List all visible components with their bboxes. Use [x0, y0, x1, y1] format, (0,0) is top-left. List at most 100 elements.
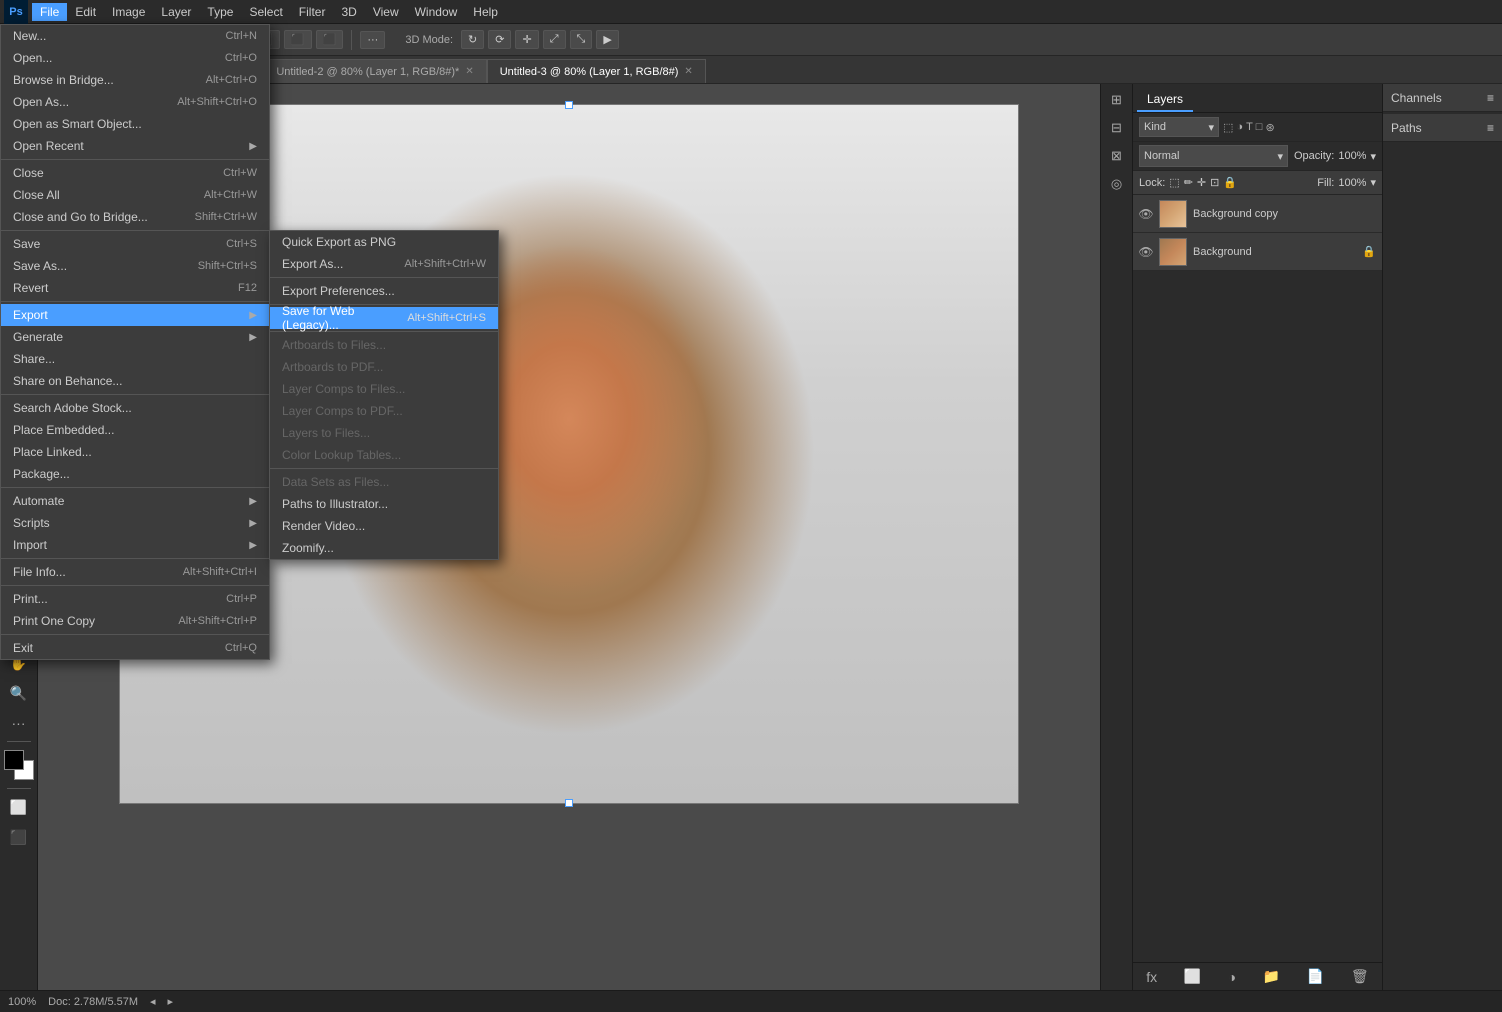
menu-open-smart[interactable]: Open as Smart Object... [1, 113, 269, 135]
lock-move-icon[interactable]: ✛ [1197, 176, 1206, 189]
learn-btn[interactable]: ◎ [1105, 172, 1129, 196]
menu-save[interactable]: Save Ctrl+S [1, 233, 269, 255]
export-quick-png[interactable]: Quick Export as PNG [270, 231, 498, 253]
layer-visibility-bg-copy[interactable]: 👁 [1139, 207, 1153, 221]
lock-all-icon[interactable]: 🔒 [1223, 176, 1237, 189]
anchor-bottom[interactable] [565, 799, 573, 807]
more-tools-btn[interactable]: ··· [4, 709, 34, 737]
menu-image[interactable]: Image [104, 3, 153, 21]
filter-pixel-icon[interactable]: ⬚ [1223, 121, 1233, 134]
export-color-lookup[interactable]: Color Lookup Tables... [270, 444, 498, 466]
lock-artboard-icon[interactable]: ⊡ [1210, 176, 1219, 189]
menu-help[interactable]: Help [465, 3, 506, 21]
filter-shape-icon[interactable]: □ [1256, 121, 1263, 134]
menu-select[interactable]: Select [241, 3, 290, 21]
menu-place-linked[interactable]: Place Linked... [1, 441, 269, 463]
menu-close-all[interactable]: Close All Alt+Ctrl+W [1, 184, 269, 206]
menu-open-as[interactable]: Open As... Alt+Shift+Ctrl+O [1, 91, 269, 113]
adjustment-layer-btn[interactable]: ◑ [1228, 969, 1236, 985]
new-layer-btn[interactable]: 📄 [1307, 968, 1324, 985]
3d-scale-btn[interactable]: ⤡ [570, 30, 593, 49]
export-layers-files[interactable]: Layers to Files... [270, 422, 498, 444]
menu-export[interactable]: Export ▶ [1, 304, 269, 326]
adjustments-btn[interactable]: ⊟ [1105, 116, 1129, 140]
new-group-btn[interactable]: 📁 [1263, 968, 1280, 985]
export-layer-comps-files[interactable]: Layer Comps to Files... [270, 378, 498, 400]
export-preferences[interactable]: Export Preferences... [270, 280, 498, 302]
menu-exit[interactable]: Exit Ctrl+Q [1, 637, 269, 659]
foreground-color[interactable] [4, 750, 24, 770]
zoom-level[interactable]: 100% [8, 996, 36, 1008]
more-options-btn[interactable]: ··· [360, 31, 385, 49]
zoom-tool[interactable]: 🔍 [4, 679, 34, 707]
3d-roll-btn[interactable]: ⟳ [488, 30, 511, 49]
scroll-right[interactable]: ▸ [168, 995, 174, 1008]
delete-layer-btn[interactable]: 🗑 [1351, 968, 1369, 985]
align-bottom-btn[interactable]: ⬛ [316, 30, 344, 49]
layer-background[interactable]: 👁 Background 🔒 [1133, 233, 1382, 271]
layer-visibility-bg[interactable]: 👁 [1139, 245, 1153, 259]
menu-browse-bridge[interactable]: Browse in Bridge... Alt+Ctrl+O [1, 69, 269, 91]
screen-mode-btn[interactable]: ⬛ [4, 823, 34, 851]
menu-revert[interactable]: Revert F12 [1, 277, 269, 299]
menu-search-stock[interactable]: Search Adobe Stock... [1, 397, 269, 419]
tab-untitled2[interactable]: Untitled-2 @ 80% (Layer 1, RGB/8#)* ✕ [263, 59, 486, 83]
menu-share-behance[interactable]: Share on Behance... [1, 370, 269, 392]
menu-open-recent[interactable]: Open Recent ▶ [1, 135, 269, 157]
properties-btn[interactable]: ⊞ [1105, 88, 1129, 112]
export-zoomify[interactable]: Zoomify... [270, 537, 498, 559]
menu-file[interactable]: File [32, 3, 67, 21]
menu-layer[interactable]: Layer [153, 3, 199, 21]
tab-untitled3[interactable]: Untitled-3 @ 80% (Layer 1, RGB/8#) ✕ [487, 59, 706, 83]
menu-new[interactable]: New... Ctrl+N [1, 25, 269, 47]
quick-mask-btn[interactable]: ⬜ [4, 793, 34, 821]
export-as[interactable]: Export As... Alt+Shift+Ctrl+W [270, 253, 498, 275]
align-middle-btn[interactable]: ⬛ [284, 30, 312, 49]
menu-close[interactable]: Close Ctrl+W [1, 162, 269, 184]
scroll-left[interactable]: ◂ [150, 995, 156, 1008]
lock-brush-icon[interactable]: ✏ [1184, 176, 1193, 189]
menu-automate[interactable]: Automate ▶ [1, 490, 269, 512]
kind-select[interactable]: Kind ▾ [1139, 117, 1219, 137]
export-paths-illustrator[interactable]: Paths to Illustrator... [270, 493, 498, 515]
fill-value[interactable]: 100% [1338, 177, 1366, 189]
menu-close-bridge[interactable]: Close and Go to Bridge... Shift+Ctrl+W [1, 206, 269, 228]
export-save-web[interactable]: Save for Web (Legacy)... Alt+Shift+Ctrl+… [270, 307, 498, 329]
menu-file-info[interactable]: File Info... Alt+Shift+Ctrl+I [1, 561, 269, 583]
3d-slide-btn[interactable]: ⤢ [543, 30, 566, 49]
menu-filter[interactable]: Filter [291, 3, 334, 21]
menu-place-embedded[interactable]: Place Embedded... [1, 419, 269, 441]
menu-save-as[interactable]: Save As... Shift+Ctrl+S [1, 255, 269, 277]
menu-3d[interactable]: 3D [333, 3, 364, 21]
tab-untitled3-close[interactable]: ✕ [684, 66, 692, 77]
libraries-btn[interactable]: ⊠ [1105, 144, 1129, 168]
3d-pan-btn[interactable]: ✛ [515, 30, 538, 49]
blend-mode-select[interactable]: Normal ▾ [1139, 145, 1288, 167]
menu-view[interactable]: View [365, 3, 407, 21]
3d-rotate-btn[interactable]: ↻ [461, 30, 484, 49]
anchor-top[interactable] [565, 101, 573, 109]
menu-import[interactable]: Import ▶ [1, 534, 269, 556]
paths-collapse[interactable]: ≡ [1487, 121, 1494, 135]
menu-package[interactable]: Package... [1, 463, 269, 485]
menu-scripts[interactable]: Scripts ▶ [1, 512, 269, 534]
menu-generate[interactable]: Generate ▶ [1, 326, 269, 348]
export-artboards-files[interactable]: Artboards to Files... [270, 334, 498, 356]
export-render-video[interactable]: Render Video... [270, 515, 498, 537]
export-artboards-pdf[interactable]: Artboards to PDF... [270, 356, 498, 378]
filter-type-icon[interactable]: T [1246, 121, 1253, 134]
filter-smart-icon[interactable]: ⊛ [1265, 121, 1274, 134]
layer-background-copy[interactable]: 👁 Background copy [1133, 195, 1382, 233]
filter-adjust-icon[interactable]: ◑ [1236, 121, 1243, 134]
channels-collapse[interactable]: ≡ [1487, 91, 1494, 105]
opacity-value[interactable]: 100% [1338, 150, 1366, 162]
menu-print[interactable]: Print... Ctrl+P [1, 588, 269, 610]
export-data-sets[interactable]: Data Sets as Files... [270, 471, 498, 493]
menu-share[interactable]: Share... [1, 348, 269, 370]
tab-layers[interactable]: Layers [1137, 88, 1193, 112]
menu-window[interactable]: Window [407, 3, 466, 21]
lock-px-icon[interactable]: ⬚ [1169, 176, 1179, 189]
menu-type[interactable]: Type [199, 3, 241, 21]
add-mask-btn[interactable]: ⬜ [1184, 968, 1201, 985]
menu-print-one[interactable]: Print One Copy Alt+Shift+Ctrl+P [1, 610, 269, 632]
